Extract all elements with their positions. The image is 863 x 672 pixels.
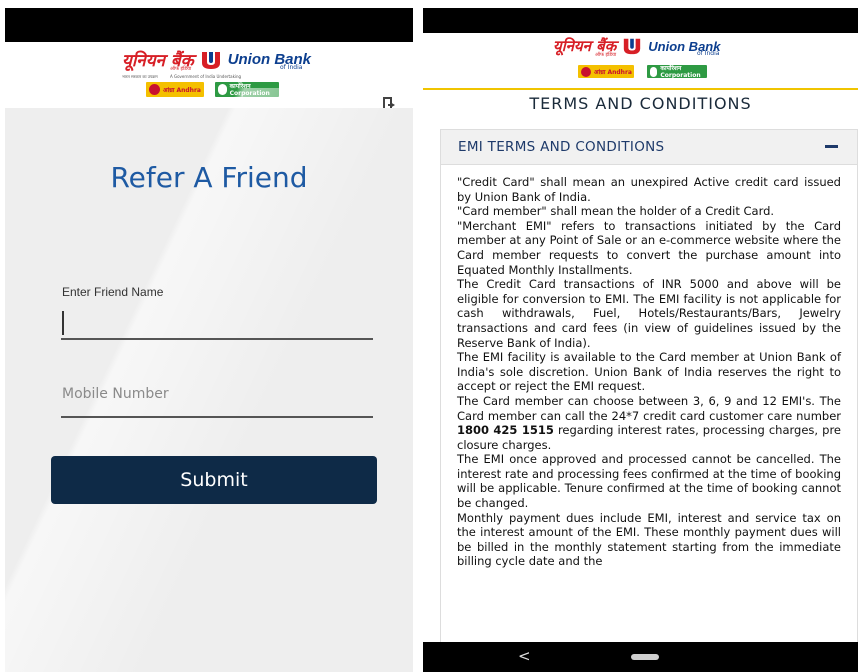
friend-name-label: Enter Friend Name <box>62 285 164 299</box>
status-bar <box>423 8 858 33</box>
emi-terms-panel: EMI TERMS AND CONDITIONS "Credit Card" s… <box>440 129 858 662</box>
customer-care-number: 1800 425 1515 <box>457 423 554 438</box>
logo-english-sub: of India <box>697 50 720 57</box>
union-bank-logo: यूनियन बैंक Union Bank <box>553 36 720 56</box>
emi-terms-body: "Credit Card" shall mean an unexpired Ac… <box>457 175 841 569</box>
emi-terms-header[interactable]: EMI TERMS AND CONDITIONS <box>441 130 857 165</box>
emi-terms-header-label: EMI TERMS AND CONDITIONS <box>458 139 665 155</box>
corporation-logo-icon <box>650 66 658 77</box>
logo-tag-english: A Government of India Undertaking <box>170 74 242 79</box>
terms-title: TERMS AND CONDITIONS <box>529 94 752 113</box>
terms-paragraph: Monthly payment dues include EMI, intere… <box>457 510 841 569</box>
andhra-logo-icon <box>581 66 591 77</box>
collapse-minus-icon[interactable] <box>825 145 838 148</box>
text-cursor <box>62 311 64 335</box>
page-title: Refer A Friend <box>110 161 308 194</box>
friend-name-input[interactable] <box>61 310 373 340</box>
terms-paragraph: The Credit Card transactions of INR 5000… <box>457 277 841 350</box>
corporation-label: कार्पोरेशन Corporation <box>660 65 701 79</box>
home-pill-icon[interactable] <box>631 654 659 660</box>
emi-text-a: The Card member can choose between 3, 6,… <box>457 393 841 423</box>
andhra-label: आंध्रा Andhra <box>594 68 632 76</box>
logo-tag-hindi: भारत सरकार का उपक्रम <box>122 74 158 79</box>
terms-paragraph: "Card member" shall mean the holder of a… <box>457 204 775 219</box>
terms-paragraph: The EMI once approved and processed cann… <box>457 452 841 511</box>
terms-screen: यूनियन बैंक Union Bank ऑफ इंडिया of Indi… <box>423 8 858 672</box>
status-bar <box>5 8 413 42</box>
corporation-bank-badge: कार्पोरेशन Corporation <box>647 65 707 79</box>
app-header: यूनियन बैंक Union Bank ऑफ इंडिया of Indi… <box>423 33 858 90</box>
android-nav-bar: < <box>423 642 858 672</box>
back-icon[interactable]: < <box>518 647 531 665</box>
logo-hindi-sub: ऑफ इंडिया <box>170 66 192 72</box>
mobile-number-placeholder: Mobile Number <box>62 386 169 402</box>
terms-paragraph: The EMI facility is available to the Car… <box>457 350 841 394</box>
logo-english-sub: of India <box>280 64 303 71</box>
terms-paragraph: "Credit Card" shall mean an unexpired Ac… <box>457 175 841 204</box>
andhra-bank-badge: आंध्रा Andhra <box>578 65 634 78</box>
terms-paragraph-emi: The Card member can choose between 3, 6,… <box>457 394 841 452</box>
submit-button[interactable]: Submit <box>51 456 377 504</box>
refer-friend-screen: यूनियन बैंक Union Bank ऑफ इंडिया of Indi… <box>5 8 413 672</box>
union-bank-u-icon <box>201 51 220 69</box>
terms-paragraph: "Merchant EMI" refers to transactions in… <box>457 218 841 277</box>
logo-hindi-sub: ऑफ इंडिया <box>595 52 617 58</box>
union-bank-u-icon <box>624 38 641 55</box>
